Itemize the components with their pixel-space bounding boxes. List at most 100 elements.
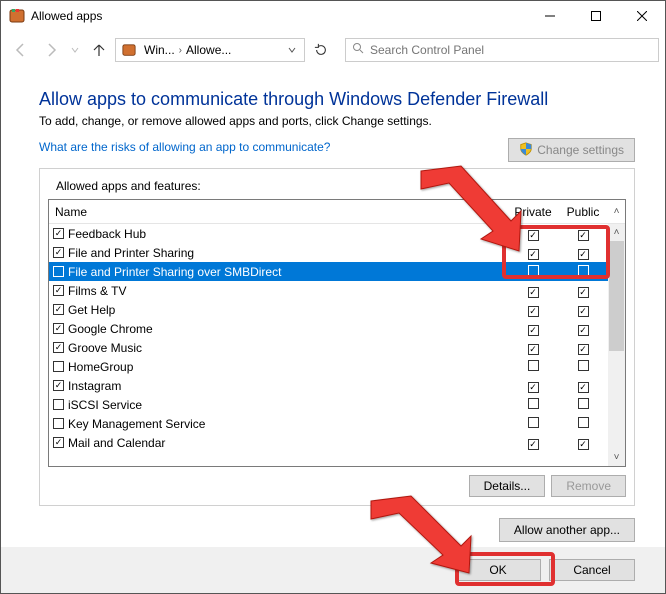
search-input[interactable] bbox=[368, 42, 652, 58]
checkbox[interactable]: ✓ bbox=[528, 325, 539, 336]
list-row[interactable]: ✓Google Chrome✓✓ bbox=[49, 319, 625, 338]
col-header-scroll[interactable]: ˄ bbox=[608, 206, 625, 217]
title-bar: Allowed apps bbox=[1, 1, 665, 31]
checkbox[interactable]: ✓ bbox=[578, 382, 589, 393]
breadcrumb-2[interactable]: Allowe... bbox=[182, 43, 235, 57]
maximize-button[interactable] bbox=[573, 1, 619, 31]
list-row[interactable]: ✓Instagram✓✓ bbox=[49, 376, 625, 395]
checkbox[interactable]: ✓ bbox=[578, 325, 589, 336]
list-row[interactable]: ✓Mail and Calendar✓✓ bbox=[49, 433, 625, 452]
search-icon bbox=[352, 41, 364, 59]
cancel-button[interactable]: Cancel bbox=[549, 559, 635, 581]
checkbox[interactable]: ✓ bbox=[53, 323, 64, 334]
list-row[interactable]: ✓Films & TV✓✓ bbox=[49, 281, 625, 300]
row-private: ✓ bbox=[508, 227, 558, 241]
checkbox[interactable]: ✓ bbox=[528, 306, 539, 317]
checkbox[interactable]: ✓ bbox=[578, 249, 589, 260]
up-button[interactable] bbox=[85, 36, 113, 64]
row-public: ✓ bbox=[558, 303, 608, 317]
checkbox[interactable] bbox=[528, 360, 539, 371]
row-private bbox=[508, 360, 558, 374]
scrollbar[interactable]: ˄ ˅ bbox=[608, 224, 625, 466]
allow-another-app-button[interactable]: Allow another app... bbox=[499, 518, 635, 542]
refresh-button[interactable] bbox=[307, 38, 335, 62]
row-name: Feedback Hub bbox=[68, 227, 508, 241]
row-public: ✓ bbox=[558, 246, 608, 260]
checkbox[interactable]: ✓ bbox=[578, 230, 589, 241]
checkbox[interactable]: ✓ bbox=[528, 230, 539, 241]
list-header: Name Private Public ˄ bbox=[49, 200, 625, 224]
checkbox[interactable] bbox=[528, 265, 539, 276]
checkbox[interactable] bbox=[528, 398, 539, 409]
col-header-private[interactable]: Private bbox=[508, 205, 558, 219]
checkbox[interactable]: ✓ bbox=[528, 249, 539, 260]
change-settings-button[interactable]: Change settings bbox=[508, 138, 635, 162]
list-row[interactable]: ✓File and Printer Sharing✓✓ bbox=[49, 243, 625, 262]
scroll-thumb[interactable] bbox=[609, 241, 624, 351]
row-public bbox=[558, 360, 608, 374]
checkbox[interactable] bbox=[578, 360, 589, 371]
list-row[interactable]: HomeGroup bbox=[49, 357, 625, 376]
list-row[interactable]: ✓ Groove Music ✓ ✓ bbox=[49, 338, 625, 357]
list-row[interactable]: File and Printer Sharing over SMBDirect bbox=[49, 262, 625, 281]
row-public bbox=[558, 398, 608, 412]
col-header-name[interactable]: Name bbox=[49, 205, 508, 219]
row-private: ✓ bbox=[508, 246, 558, 260]
risks-link[interactable]: What are the risks of allowing an app to… bbox=[39, 140, 330, 154]
list-body[interactable]: ✓ Feedback Hub ✓ ✓ ✓ File and Printer Sharing… bbox=[49, 224, 625, 466]
list-row[interactable]: Key Management Service bbox=[49, 414, 625, 433]
checkbox[interactable]: ✓ bbox=[578, 287, 589, 298]
content-area: Allow apps to communicate through Window… bbox=[1, 69, 665, 542]
checkbox[interactable] bbox=[53, 266, 64, 277]
scroll-down-button[interactable]: ˅ bbox=[608, 449, 625, 466]
checkbox[interactable]: ✓ bbox=[53, 380, 64, 391]
checkbox[interactable]: ✓ bbox=[528, 344, 539, 355]
scroll-up-button[interactable]: ˄ bbox=[608, 224, 625, 241]
row-private: ✓ bbox=[508, 322, 558, 336]
row-public: ✓ bbox=[558, 436, 608, 450]
row-public: ✓ bbox=[558, 379, 608, 393]
checkbox[interactable]: ✓ bbox=[578, 344, 589, 355]
col-header-public[interactable]: Public bbox=[558, 205, 608, 219]
checkbox[interactable] bbox=[578, 398, 589, 409]
row-private: ✓ bbox=[508, 341, 558, 355]
checkbox[interactable]: ✓ bbox=[53, 437, 64, 448]
window-title: Allowed apps bbox=[31, 9, 527, 23]
checkbox[interactable] bbox=[578, 417, 589, 428]
recent-dropdown[interactable] bbox=[67, 36, 83, 64]
checkbox[interactable]: ✓ bbox=[53, 228, 64, 239]
checkbox[interactable]: ✓ bbox=[53, 342, 64, 353]
list-row[interactable]: ✓Get Help✓✓ bbox=[49, 300, 625, 319]
back-button[interactable] bbox=[7, 36, 35, 64]
checkbox[interactable]: ✓ bbox=[528, 439, 539, 450]
checkbox[interactable] bbox=[53, 361, 64, 372]
list-row[interactable]: iSCSI Service bbox=[49, 395, 625, 414]
row-public: ✓ bbox=[558, 227, 608, 241]
checkbox[interactable]: ✓ bbox=[53, 285, 64, 296]
minimize-button[interactable] bbox=[527, 1, 573, 31]
list-row[interactable]: ✓ Feedback Hub ✓ ✓ bbox=[49, 224, 625, 243]
shield-icon bbox=[519, 142, 533, 159]
checkbox[interactable]: ✓ bbox=[578, 306, 589, 317]
close-button[interactable] bbox=[619, 1, 665, 31]
checkbox[interactable] bbox=[528, 417, 539, 428]
ok-button[interactable]: OK bbox=[455, 559, 541, 581]
checkbox[interactable] bbox=[578, 265, 589, 276]
remove-button[interactable]: Remove bbox=[551, 475, 626, 497]
checkbox[interactable]: ✓ bbox=[53, 247, 64, 258]
checkbox[interactable]: ✓ bbox=[528, 287, 539, 298]
row-name: Groove Music bbox=[68, 341, 508, 355]
search-box[interactable] bbox=[345, 38, 659, 62]
checkbox[interactable]: ✓ bbox=[578, 439, 589, 450]
checkbox[interactable] bbox=[53, 399, 64, 410]
allowed-apps-group: Allowed apps and features: Name Private … bbox=[39, 168, 635, 506]
address-bar[interactable]: Win... › Allowe... bbox=[115, 38, 305, 62]
checkbox[interactable]: ✓ bbox=[53, 304, 64, 315]
forward-button[interactable] bbox=[37, 36, 65, 64]
checkbox[interactable] bbox=[53, 418, 64, 429]
details-button[interactable]: Details... bbox=[469, 475, 546, 497]
breadcrumb-1[interactable]: Win... bbox=[140, 43, 179, 57]
checkbox[interactable]: ✓ bbox=[528, 382, 539, 393]
address-dropdown[interactable] bbox=[282, 39, 302, 61]
row-private: ✓ bbox=[508, 379, 558, 393]
